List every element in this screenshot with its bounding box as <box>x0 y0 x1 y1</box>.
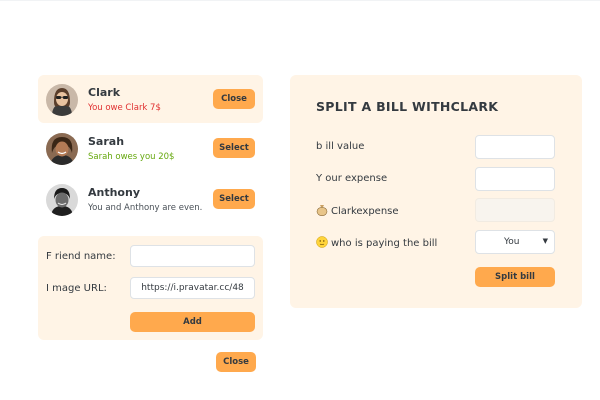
bill-value-input[interactable] <box>475 135 555 159</box>
select-friend-button[interactable]: Select <box>213 138 255 158</box>
friend-balance: You owe Clark 7$ <box>88 103 161 113</box>
close-friend-button[interactable]: Close <box>213 89 255 109</box>
split-bill-title: SPLIT A BILL WITHCLARK <box>316 99 499 114</box>
close-form-button[interactable]: Close <box>216 352 256 372</box>
friend-expense-row: Clarkexpense <box>316 204 399 217</box>
avatar <box>46 184 78 216</box>
friend-name: Clark <box>88 86 121 99</box>
money-bag-icon <box>316 205 328 216</box>
face-icon <box>316 236 328 248</box>
friend-expense-label: Clarkexpense <box>331 206 399 217</box>
payer-label: who is paying the bill <box>331 238 438 249</box>
image-url-input[interactable]: https://i.pravatar.cc/48 <box>130 277 255 299</box>
friend-name: Anthony <box>88 186 140 199</box>
split-bill-form: SPLIT A BILL WITHCLARK b ill value Y our… <box>290 75 582 308</box>
bill-value-label: b ill value <box>316 141 365 152</box>
friend-name-input[interactable] <box>130 245 255 267</box>
add-friend-button[interactable]: Add <box>130 312 255 332</box>
friend-item-sarah[interactable]: Sarah Sarah owes you 20$ Select <box>38 124 263 172</box>
avatar <box>46 133 78 165</box>
chevron-down-icon: ▼ <box>542 237 548 245</box>
friend-item-clark[interactable]: Clark You owe Clark 7$ Close <box>38 75 263 123</box>
your-expense-label: Y our expense <box>316 173 388 184</box>
friend-balance: You and Anthony are even. <box>88 203 203 213</box>
split-bill-button[interactable]: Split bill <box>475 267 555 287</box>
image-url-label: I mage URL: <box>46 283 107 294</box>
payer-select[interactable]: You ▼ <box>475 230 555 254</box>
avatar <box>46 84 78 116</box>
friend-balance: Sarah owes you 20$ <box>88 152 175 162</box>
friend-name-label: F riend name: <box>46 251 116 262</box>
payer-row: who is paying the bill <box>316 236 437 249</box>
add-friend-form: F riend name: I mage URL: https://i.prav… <box>38 236 263 340</box>
friend-name: Sarah <box>88 135 125 148</box>
friend-item-anthony[interactable]: Anthony You and Anthony are even. Select <box>38 175 263 223</box>
your-expense-input[interactable] <box>475 167 555 191</box>
payer-selected-value: You <box>504 237 520 247</box>
friend-expense-input <box>475 198 555 222</box>
select-friend-button[interactable]: Select <box>213 189 255 209</box>
top-divider <box>0 0 600 1</box>
